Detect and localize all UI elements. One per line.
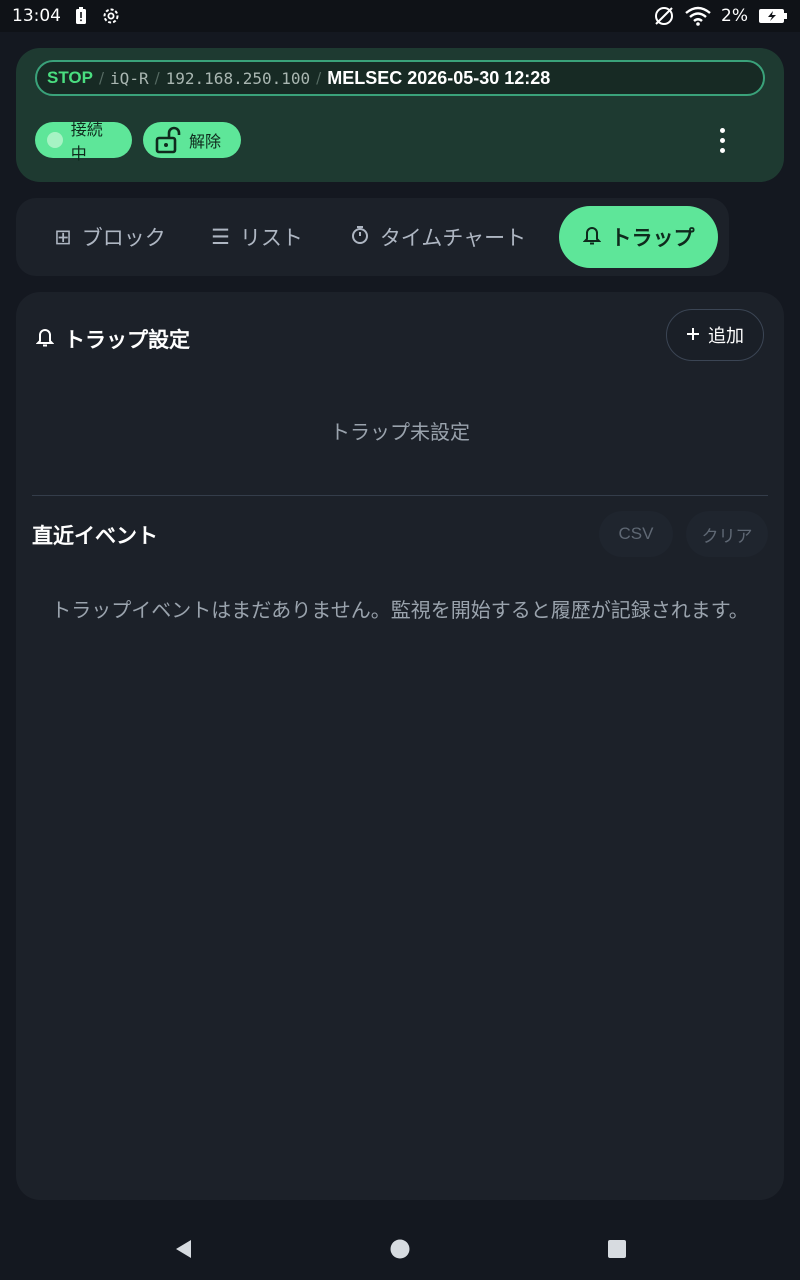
more-options-icon[interactable]	[706, 122, 738, 158]
tab-label: ブロック	[81, 226, 166, 250]
add-label: 追加	[708, 326, 744, 347]
battery-charging-icon	[758, 8, 788, 24]
path-separator: /	[98, 69, 105, 87]
add-trap-button[interactable]: 追加	[666, 309, 764, 361]
plus-icon	[686, 325, 700, 346]
timer-icon	[350, 225, 370, 250]
plc-ip-address: 192.168.250.100	[165, 68, 311, 88]
tab-label: トラップ	[610, 226, 695, 250]
tab-list[interactable]: ☰ リスト	[194, 206, 320, 268]
clear-events-button[interactable]: クリア	[686, 511, 768, 557]
back-icon[interactable]	[172, 1238, 194, 1260]
tab-trap[interactable]: トラップ	[559, 206, 718, 268]
csv-export-button[interactable]: CSV	[599, 511, 673, 557]
status-dot-icon	[47, 132, 63, 148]
no-sim-icon	[653, 5, 675, 27]
section-title: トラップ設定	[64, 328, 190, 352]
tab-label: タイムチャート	[379, 226, 527, 250]
recent-events-title: 直近イベント	[32, 524, 158, 548]
connection-status-label: 接続中	[70, 120, 103, 163]
connection-status-chip[interactable]: 接続中	[35, 120, 132, 163]
path-separator: /	[154, 69, 160, 87]
plc-model: iQ-R	[110, 68, 149, 88]
grid-icon: ⊞	[54, 225, 72, 249]
tab-timechart[interactable]: タイムチャート	[338, 206, 538, 268]
empty-events-message: トラップイベントはまだありません。監視を開始すると履歴が記録されます。	[51, 598, 749, 622]
divider	[32, 495, 768, 496]
home-icon[interactable]	[389, 1238, 411, 1260]
empty-trap-message: トラップ未設定	[330, 420, 470, 444]
plc-state: STOP	[47, 68, 93, 87]
bell-icon	[582, 225, 601, 250]
battery-percent: 2%	[721, 6, 748, 26]
list-icon: ☰	[211, 225, 230, 249]
tab-label: リスト	[239, 226, 303, 250]
settings-icon	[101, 6, 121, 26]
wifi-icon	[685, 6, 711, 26]
trap-panel: トラップ設定 追加 トラップ未設定 直近イベント CSV クリア トラップイベン…	[16, 292, 784, 1200]
plc-title: MELSEC 2026-05-30 12:28	[327, 67, 551, 88]
path-separator: /	[316, 69, 322, 87]
trap-settings-header: トラップ設定	[35, 324, 190, 354]
battery-alert-icon	[75, 7, 87, 25]
bell-icon	[35, 327, 55, 352]
tab-block[interactable]: ⊞ ブロック	[30, 206, 190, 268]
view-tabs: ⊞ ブロック ☰ リスト タイムチャート トラップ	[16, 198, 729, 276]
recent-apps-icon[interactable]	[606, 1238, 628, 1260]
status-bar: 13:04 2%	[0, 0, 800, 32]
unlock-icon	[155, 126, 181, 154]
status-time: 13:04	[12, 6, 61, 26]
plc-path-breadcrumb: STOP / iQ-R / 192.168.250.100 / MELSEC 2…	[35, 60, 765, 96]
system-nav-bar	[0, 1216, 800, 1280]
unlock-button[interactable]: 解除	[143, 122, 241, 158]
unlock-label: 解除	[189, 132, 222, 151]
connection-header: STOP / iQ-R / 192.168.250.100 / MELSEC 2…	[16, 48, 784, 182]
